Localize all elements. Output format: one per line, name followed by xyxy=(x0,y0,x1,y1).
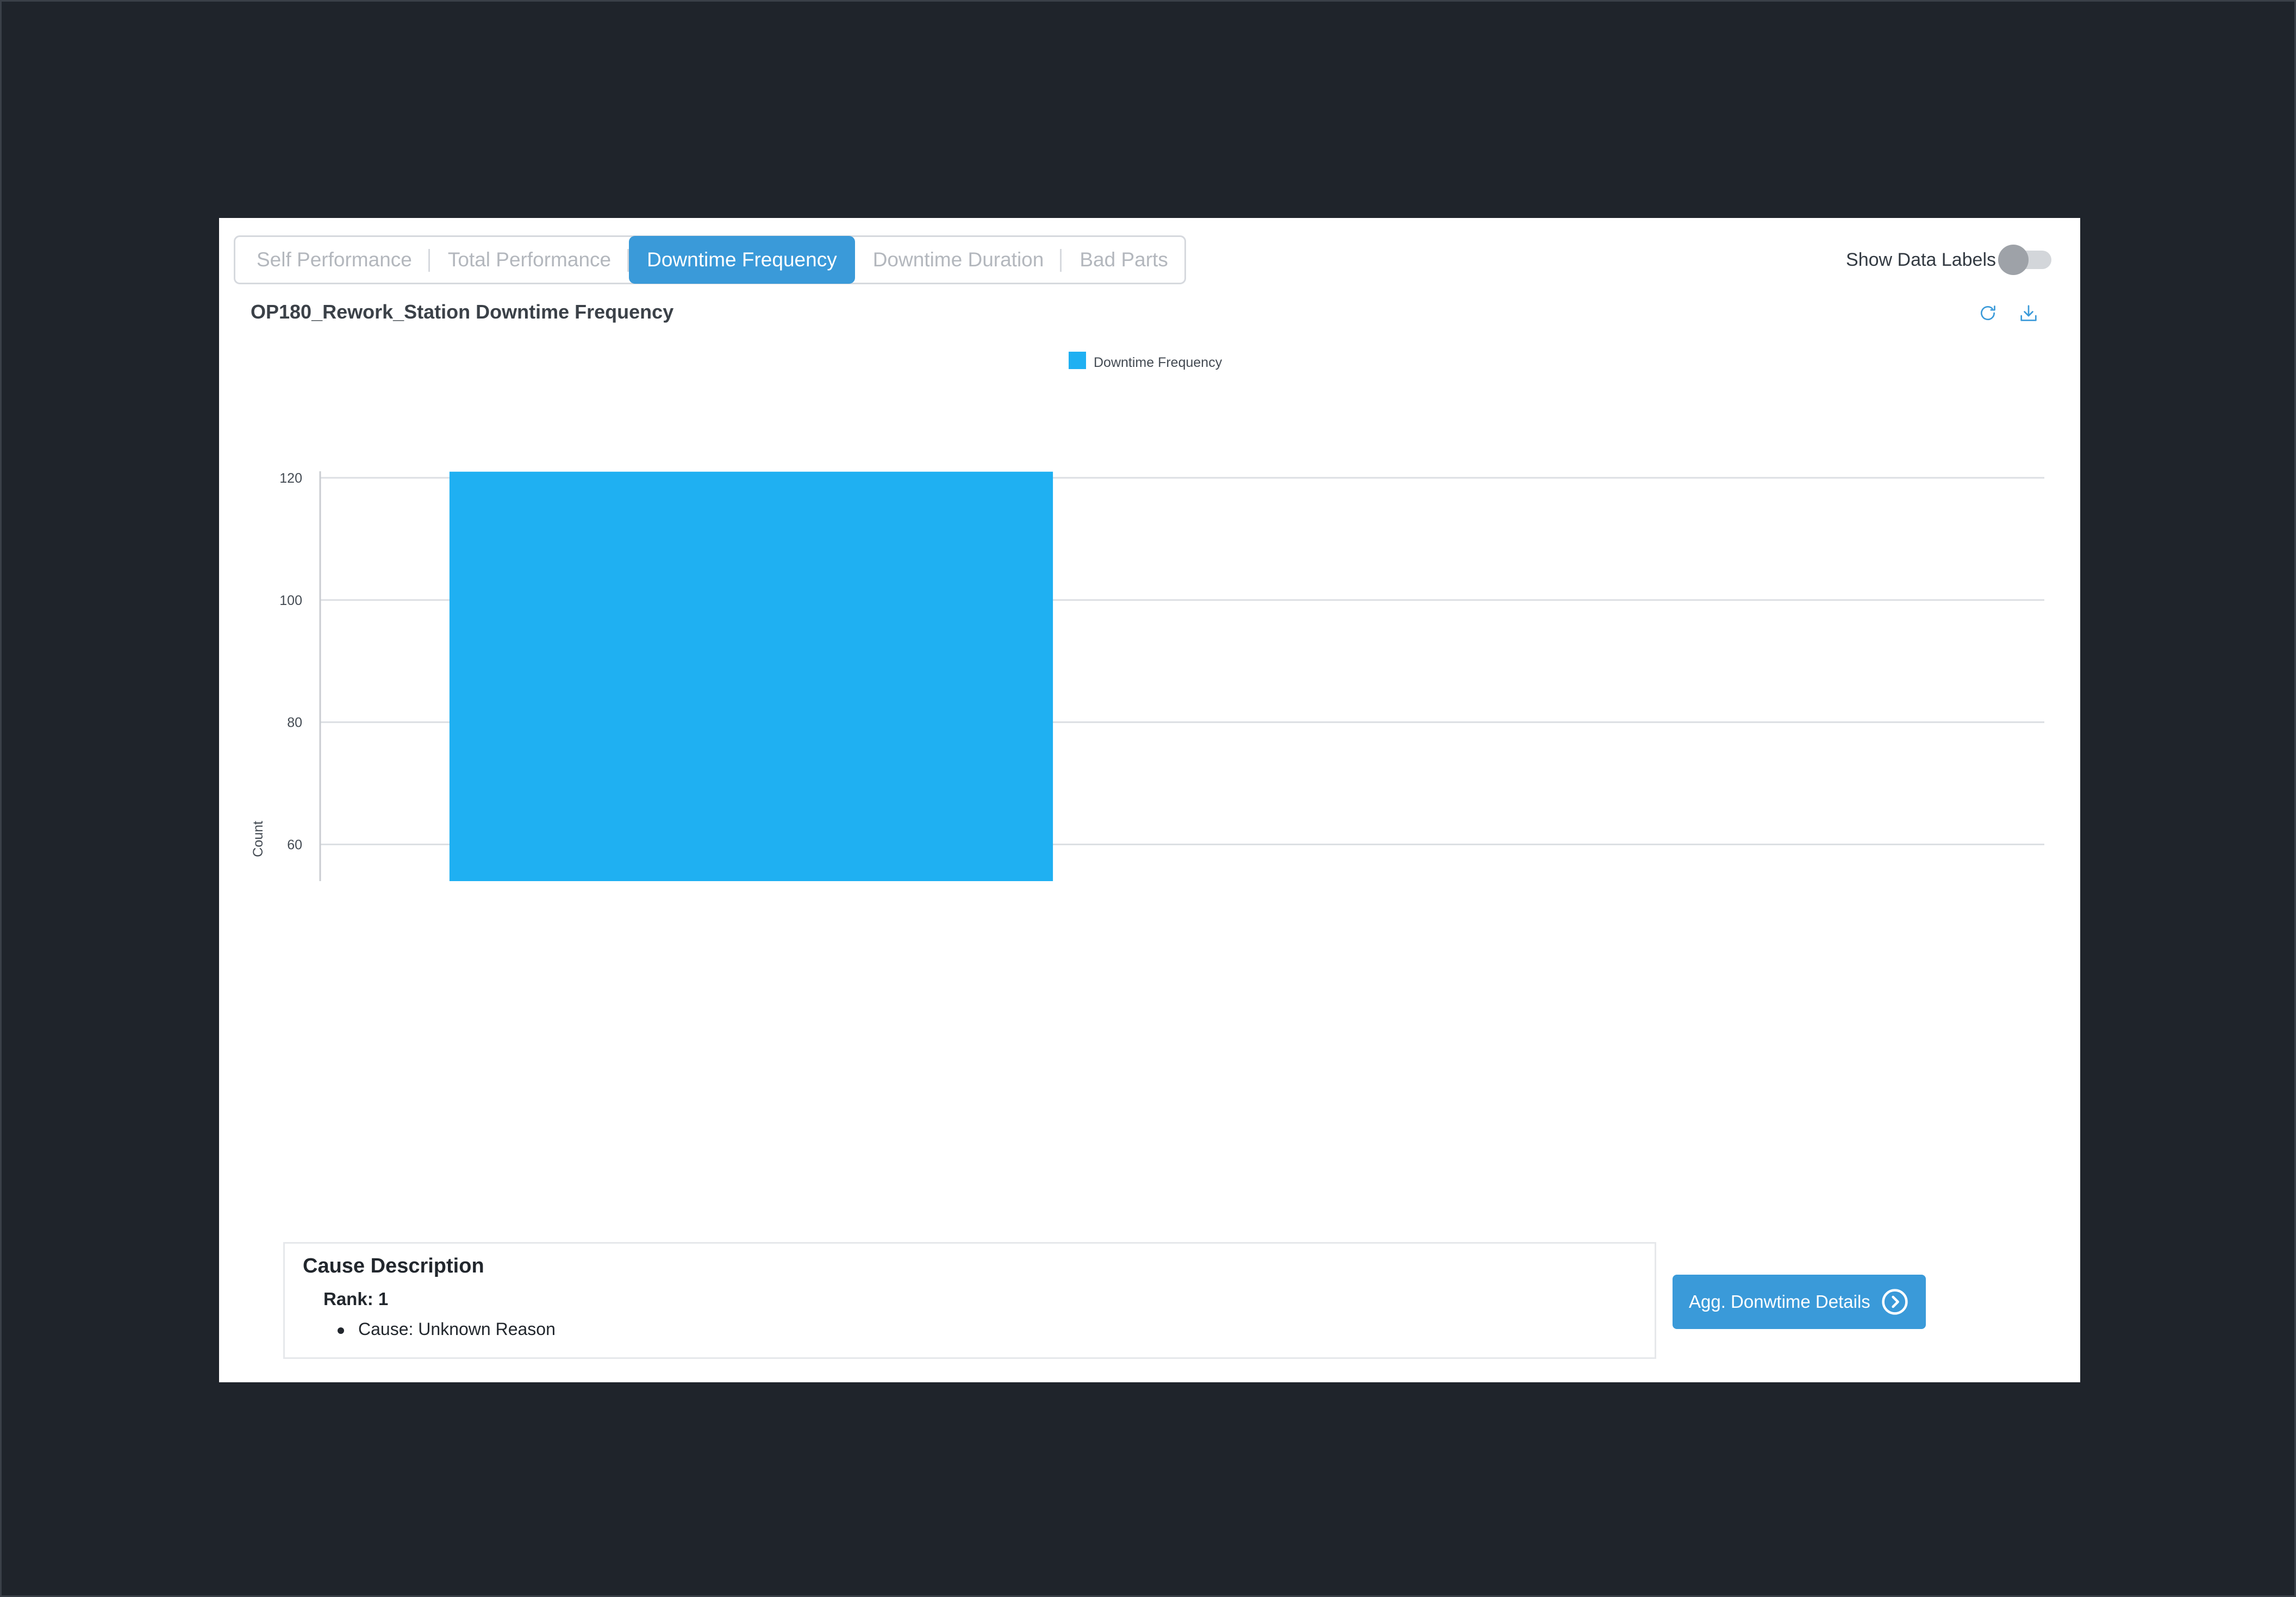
agg-downtime-details-button[interactable]: Agg. Donwtime Details xyxy=(1673,1275,1926,1329)
download-button[interactable] xyxy=(2015,300,2042,327)
refresh-icon xyxy=(1981,305,1995,320)
cause-item-text: Cause: Unknown Reason xyxy=(358,1319,556,1339)
cause-description-title: Cause Description xyxy=(303,1255,484,1277)
cause-rank: Rank: 1 xyxy=(323,1289,389,1309)
list-item: Cause: Unknown Reason xyxy=(338,1319,1637,1339)
tab-downtime-duration[interactable]: Downtime Duration xyxy=(855,237,1062,283)
chart-panel: Self Performance Total Performance Downt… xyxy=(219,218,2080,1382)
toggle-label: Show Data Labels xyxy=(1846,249,1996,270)
chevron-right-circle-icon xyxy=(1882,1289,1908,1315)
refresh-button[interactable] xyxy=(1974,300,2001,327)
tab-total-performance[interactable]: Total Performance xyxy=(430,237,629,283)
cause-description: Cause Description Rank: 1 Cause: Unknown… xyxy=(283,1242,1656,1359)
cause-list: Cause: Unknown Reason xyxy=(338,1319,1637,1339)
legend-label: Downtime Frequency xyxy=(1094,355,1222,370)
y-tick-label: 100 xyxy=(279,593,302,608)
download-icon xyxy=(2020,305,2037,321)
bars xyxy=(449,471,1053,881)
bar xyxy=(449,471,1053,881)
tab-downtime-frequency[interactable]: Downtime Frequency xyxy=(629,236,855,284)
downtime-frequency-chart: 02040608010012012CausesCount Downtime Fr… xyxy=(251,352,2044,881)
tab-bad-parts[interactable]: Bad Parts xyxy=(1062,237,1186,283)
details-button-label: Agg. Donwtime Details xyxy=(1689,1292,1870,1312)
show-data-labels-control: Show Data Labels xyxy=(1846,241,2051,279)
tab-bar: Self Performance Total Performance Downt… xyxy=(234,235,1186,284)
tab-self-performance[interactable]: Self Performance xyxy=(239,237,430,283)
show-data-labels-toggle[interactable] xyxy=(1998,245,2051,275)
toggle-knob xyxy=(1998,245,2029,275)
bullet-icon xyxy=(338,1327,344,1334)
y-tick-label: 80 xyxy=(287,715,302,731)
legend: Downtime Frequency xyxy=(1069,352,1222,370)
legend-swatch xyxy=(1069,352,1086,369)
page-frame: Self Performance Total Performance Downt… xyxy=(0,0,2296,1597)
y-tick-label: 60 xyxy=(287,838,302,853)
chart-title: OP180_Rework_Station Downtime Frequency xyxy=(251,301,674,323)
y-tick-label: 120 xyxy=(279,471,302,486)
y-axis-title: Count xyxy=(251,821,266,857)
